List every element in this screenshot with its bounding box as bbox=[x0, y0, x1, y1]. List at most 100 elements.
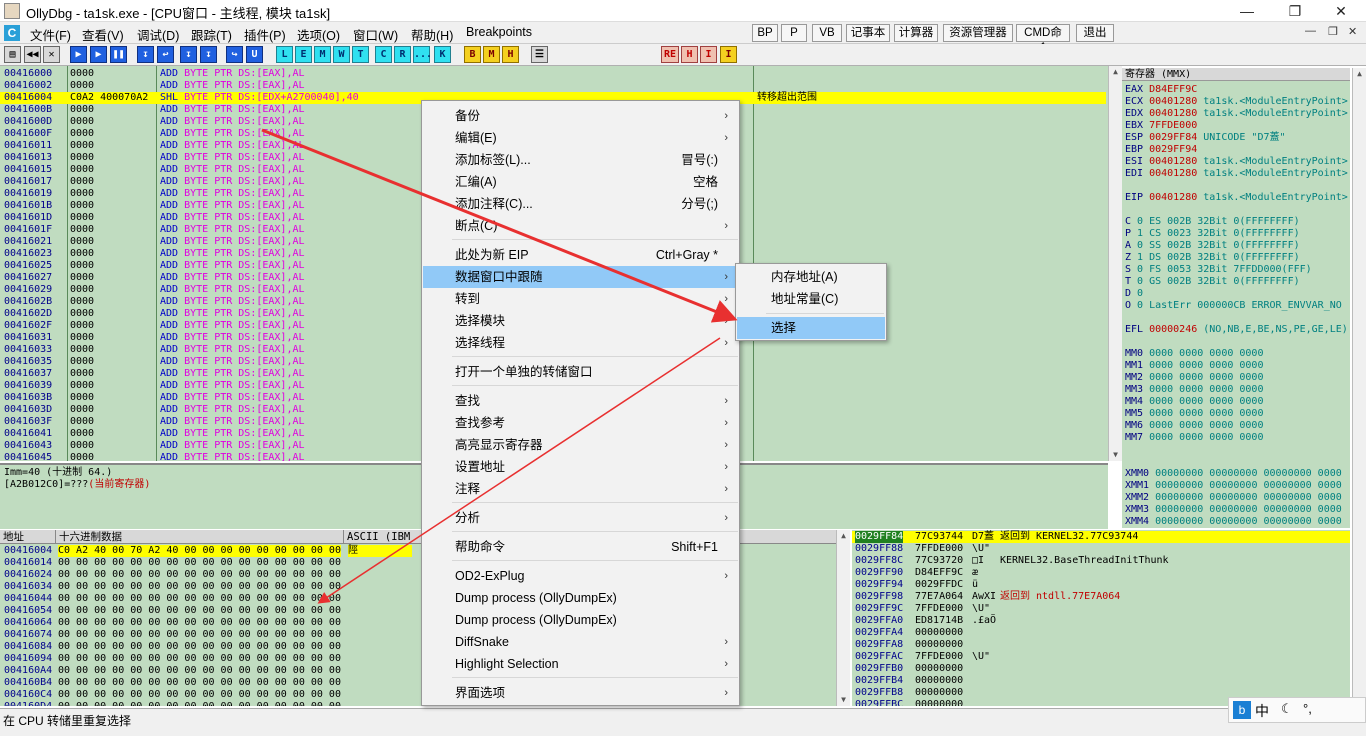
register-line[interactable]: MM6 0000 0000 0000 0000 bbox=[1125, 420, 1263, 432]
context-menu-item[interactable]: 备份 › bbox=[423, 105, 738, 127]
menu-breakpoints[interactable]: Breakpoints bbox=[466, 25, 532, 39]
reg-scroll-up-icon[interactable]: ▲ bbox=[1353, 68, 1366, 80]
context-menu-item[interactable]: Dump process (OllyDumpEx) bbox=[423, 609, 738, 631]
register-line[interactable]: A 0 SS 002B 32Bit 0(FFFFFFFF) bbox=[1125, 240, 1300, 252]
register-line[interactable]: MM0 0000 0000 0000 0000 bbox=[1125, 348, 1263, 360]
stack-row[interactable]: 0029FF88 7FFDE000 \U" bbox=[852, 543, 1350, 555]
context-menu-item[interactable]: 选择线程 › bbox=[423, 332, 738, 354]
p-button[interactable]: P bbox=[781, 24, 807, 42]
context-menu-item[interactable]: 数据窗口中跟随 › bbox=[423, 266, 738, 288]
context-menu-item[interactable]: 设置地址 › bbox=[423, 456, 738, 478]
scroll-down-icon[interactable]: ▼ bbox=[1109, 449, 1122, 461]
trace-over-icon[interactable]: ↧ bbox=[200, 46, 217, 63]
vb-button[interactable]: VB bbox=[812, 24, 842, 42]
stack-row[interactable]: 0029FFA4 00000000 bbox=[852, 627, 1350, 639]
context-menu-item[interactable]: 汇编(A) 空格 bbox=[423, 171, 738, 193]
references-window-button[interactable]: R bbox=[394, 46, 411, 63]
notepad-button[interactable]: 记事本 bbox=[846, 24, 890, 42]
context-menu-item[interactable]: 转到 › bbox=[423, 288, 738, 310]
windows-window-button[interactable]: W bbox=[333, 46, 350, 63]
register-line[interactable]: P 1 CS 0023 32Bit 0(FFFFFFFF) bbox=[1125, 228, 1300, 240]
dump-scroll-up-icon[interactable]: ▲ bbox=[837, 530, 850, 542]
context-menu-item[interactable]: 帮助命令 Shift+F1 bbox=[423, 536, 738, 558]
context-menu-item[interactable]: 此处为新 EIP Ctrl+Gray * bbox=[423, 244, 738, 266]
maximize-button[interactable]: ❐ bbox=[1272, 0, 1318, 22]
explorer-button[interactable]: 资源管理器 bbox=[943, 24, 1013, 42]
stack-row[interactable]: 0029FF9C 7FFDE000 \U" bbox=[852, 603, 1350, 615]
register-line[interactable]: S 0 FS 0053 32Bit 7FFDD000(FFF) bbox=[1125, 264, 1312, 276]
re-button[interactable]: RE bbox=[661, 46, 679, 63]
register-line[interactable]: ECX 00401280 ta1sk.<ModuleEntryPoint> bbox=[1125, 96, 1348, 108]
register-line[interactable]: D 0 bbox=[1125, 288, 1143, 300]
register-line[interactable]: MM2 0000 0000 0000 0000 bbox=[1125, 372, 1263, 384]
breakpoints-window-button[interactable]: B bbox=[464, 46, 481, 63]
register-line[interactable]: EFL 00000246 (NO,NB,E,BE,NS,PE,GE,LE) bbox=[1125, 324, 1348, 336]
stack-row[interactable]: 0029FF8C 77C93720 □I KERNEL32.BaseThreadIni… bbox=[852, 555, 1350, 567]
disasm-row[interactable]: 00416000 0000 ADD BYTE PTR DS:[EAX],AL bbox=[0, 68, 1106, 80]
restart-icon[interactable]: ◀◀ bbox=[24, 46, 41, 63]
register-line[interactable]: O 0 LastErr 000000CB ERROR_ENVVAR_NO bbox=[1125, 300, 1342, 312]
context-menu-item[interactable]: 添加标签(L)... 冒号(:) bbox=[423, 149, 738, 171]
ime-mode[interactable]: 中 bbox=[1255, 701, 1269, 721]
register-line[interactable]: XMM1 00000000 00000000 00000000 0000 bbox=[1125, 480, 1342, 492]
stack-row[interactable]: 0029FF90 D84EFF9C æ bbox=[852, 567, 1350, 579]
register-line[interactable]: T 0 GS 002B 32Bit 0(FFFFFFFF) bbox=[1125, 276, 1300, 288]
pause-icon[interactable]: ❚❚ bbox=[110, 46, 127, 63]
cmd-button[interactable]: CMD命令 bbox=[1016, 24, 1070, 55]
run-trace-window-button[interactable]: ... bbox=[413, 46, 432, 63]
context-menu-item[interactable]: 高亮显示寄存器 › bbox=[423, 434, 738, 456]
context-menu-item[interactable]: 查找 › bbox=[423, 390, 738, 412]
register-line[interactable]: XMM0 00000000 00000000 00000000 0000 bbox=[1125, 468, 1342, 480]
context-menu-item[interactable]: 注释 › bbox=[423, 478, 738, 500]
context-menu-item[interactable]: Dump process (OllyDumpEx) bbox=[423, 587, 738, 609]
dump-col-hex[interactable]: 十六进制数据 bbox=[56, 530, 344, 544]
menu-window[interactable]: 窗口(W) bbox=[353, 25, 398, 44]
dump-col-address[interactable]: 地址 bbox=[0, 530, 56, 544]
modules-window-button[interactable]: E bbox=[295, 46, 312, 63]
i-button[interactable]: I bbox=[700, 46, 717, 63]
h-button[interactable]: H bbox=[681, 46, 698, 63]
register-line[interactable]: EBX 7FFDE000 bbox=[1125, 120, 1197, 132]
ime-punct-icon[interactable]: °, bbox=[1303, 701, 1312, 716]
register-line[interactable]: C 0 ES 002B 32Bit 0(FFFFFFFF) bbox=[1125, 216, 1300, 228]
register-line[interactable]: MM4 0000 0000 0000 0000 bbox=[1125, 396, 1263, 408]
context-menu-item[interactable]: 分析 › bbox=[423, 507, 738, 529]
close-button[interactable]: ✕ bbox=[1318, 0, 1364, 22]
register-line[interactable]: EIP 00401280 ta1sk.<ModuleEntryPoint> bbox=[1125, 192, 1348, 204]
register-line[interactable]: EBP 0029FF94 bbox=[1125, 144, 1197, 156]
register-line[interactable]: EDX 00401280 ta1sk.<ModuleEntryPoint> bbox=[1125, 108, 1348, 120]
threads-window-button[interactable]: T bbox=[352, 46, 369, 63]
log-window-button[interactable]: L bbox=[276, 46, 293, 63]
menu-plugins[interactable]: 插件(P) bbox=[244, 25, 286, 44]
context-menu-item[interactable]: 选择模块 › bbox=[423, 310, 738, 332]
register-line[interactable]: EAX D84EFF9C bbox=[1125, 84, 1197, 96]
stack-row[interactable]: 0029FFB0 00000000 bbox=[852, 663, 1350, 675]
stack-row[interactable]: 0029FF84 77C93744 D7蓋 返回到 KERNEL32.77C93744 bbox=[852, 531, 1350, 543]
memory-window-button[interactable]: M bbox=[314, 46, 331, 63]
context-menu-item[interactable]: 查找参考 › bbox=[423, 412, 738, 434]
dump-col-ascii[interactable]: ASCII (IBM bbox=[344, 530, 424, 544]
bp-button[interactable]: BP bbox=[752, 24, 778, 42]
submenu-selection[interactable]: 选择 bbox=[737, 317, 885, 339]
memory-breakpoints-button[interactable]: M bbox=[483, 46, 500, 63]
register-line[interactable]: Z 1 DS 002B 32Bit 0(FFFFFFFF) bbox=[1125, 252, 1300, 264]
cpu-window-icon[interactable]: C bbox=[4, 25, 20, 41]
menu-view[interactable]: 查看(V) bbox=[82, 25, 124, 44]
stack-row[interactable]: 0029FFAC 7FFDE000 \U" bbox=[852, 651, 1350, 663]
context-menu-item[interactable]: 界面选项 › bbox=[423, 682, 738, 704]
context-menu-item[interactable]: OD2-ExPlug › bbox=[423, 565, 738, 587]
stack-row[interactable]: 0029FF98 77E7A064 AwXI 返回到 ntdll.77E7A064 bbox=[852, 591, 1350, 603]
submenu-memory-address[interactable]: 内存地址(A) bbox=[737, 266, 885, 288]
register-line[interactable]: MM7 0000 0000 0000 0000 bbox=[1125, 432, 1263, 444]
register-line[interactable]: ESP 0029FF84 UNICODE "D7蓋" bbox=[1125, 132, 1286, 144]
step-into-icon[interactable]: ↧ bbox=[137, 46, 154, 63]
stack-pane[interactable]: 0029FF84 77C93744 D7蓋 返回到 KERNEL32.77C93744… bbox=[852, 530, 1350, 706]
calculator-button[interactable]: 计算器 bbox=[894, 24, 938, 42]
hardware-breakpoints-button[interactable]: H bbox=[502, 46, 519, 63]
stack-row[interactable]: 0029FFA0 ED81714B .£aÖ bbox=[852, 615, 1350, 627]
register-line[interactable]: EDI 00401280 ta1sk.<ModuleEntryPoint> bbox=[1125, 168, 1348, 180]
context-menu-item[interactable]: 断点(C) › bbox=[423, 215, 738, 237]
disassembly-scrollbar[interactable]: ▲ ▼ bbox=[1108, 66, 1122, 461]
register-line[interactable]: XMM2 00000000 00000000 00000000 0000 bbox=[1125, 492, 1342, 504]
mdi-restore-icon[interactable]: ❐ bbox=[1328, 25, 1338, 38]
